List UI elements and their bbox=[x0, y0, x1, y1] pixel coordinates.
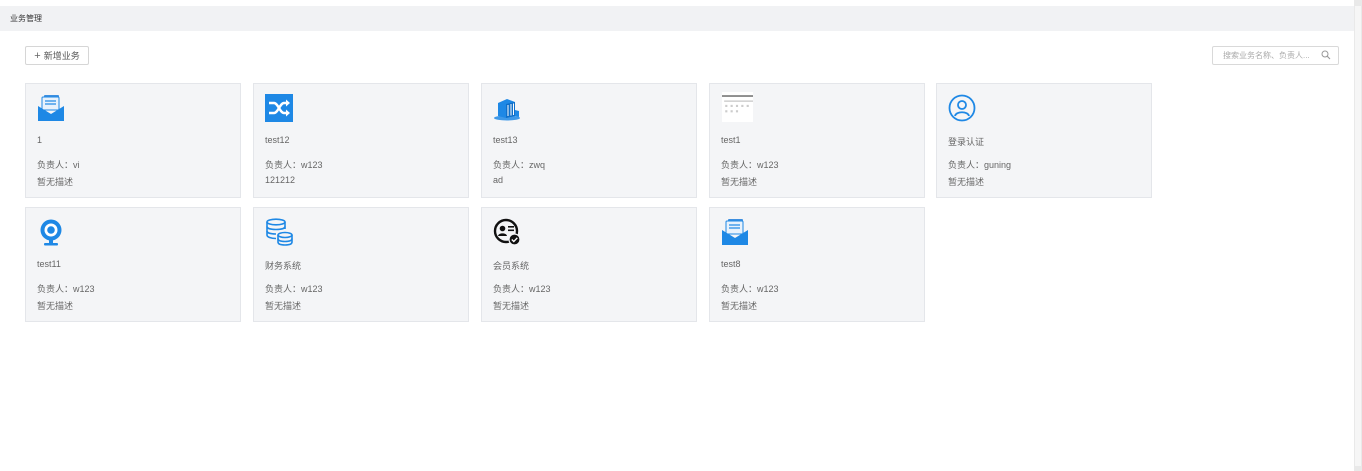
business-card[interactable]: 财务系统 负责人：w123 暂无描述 bbox=[253, 207, 469, 322]
card-name: 财务系统 bbox=[265, 261, 302, 271]
card-owner: 负责人：guning bbox=[948, 160, 1012, 170]
webcam-icon bbox=[40, 219, 62, 246]
card-owner: 负责人：w123 bbox=[721, 160, 779, 170]
card-name: 登录认证 bbox=[948, 137, 985, 147]
card-name: test11 bbox=[37, 259, 61, 269]
business-card[interactable]: 登录认证 负责人：guning 暂无描述 bbox=[936, 83, 1152, 198]
card-description: 暂无描述 bbox=[265, 301, 302, 311]
image-thumbnail-icon bbox=[722, 92, 753, 122]
member-badge-icon bbox=[493, 218, 521, 246]
container-icon bbox=[494, 99, 520, 121]
card-name: test1 bbox=[721, 135, 741, 145]
business-card[interactable]: test12 负责人：w123 121212 bbox=[253, 83, 469, 198]
business-card[interactable]: 会员系统 负责人：w123 暂无描述 bbox=[481, 207, 697, 322]
plus-icon: + bbox=[34, 49, 41, 62]
card-description: 暂无描述 bbox=[721, 301, 758, 311]
page-header: 业务管理 bbox=[0, 6, 1354, 31]
card-description: ad bbox=[493, 175, 504, 185]
card-owner: 负责人：zwq bbox=[493, 160, 546, 170]
shuffle-icon bbox=[265, 94, 293, 122]
card-description: 暂无描述 bbox=[493, 301, 530, 311]
card-owner: 负责人：w123 bbox=[493, 284, 551, 294]
search-input[interactable] bbox=[1213, 47, 1321, 64]
vertical-scrollbar[interactable] bbox=[1354, 0, 1362, 471]
user-icon bbox=[948, 94, 976, 122]
card-name: test8 bbox=[721, 259, 741, 269]
business-card[interactable]: test13 负责人：zwq ad bbox=[481, 83, 697, 198]
card-name: test13 bbox=[493, 135, 518, 145]
card-owner: 负责人：vi bbox=[37, 160, 80, 170]
mail-envelope-icon bbox=[38, 95, 64, 121]
card-owner: 负责人：w123 bbox=[265, 284, 323, 294]
card-owner: 负责人：w123 bbox=[721, 284, 779, 294]
search-box[interactable] bbox=[1212, 46, 1339, 65]
scrollbar-track[interactable] bbox=[1355, 6, 1361, 466]
card-description: 暂无描述 bbox=[721, 177, 758, 187]
card-name: 1 bbox=[37, 135, 43, 145]
page-title: 业务管理 bbox=[10, 14, 42, 23]
business-card[interactable]: test11 负责人：w123 暂无描述 bbox=[25, 207, 241, 322]
business-card[interactable]: test8 负责人：w123 暂无描述 bbox=[709, 207, 925, 322]
business-card[interactable]: test1 负责人：w123 暂无描述 bbox=[709, 83, 925, 198]
card-description: 暂无描述 bbox=[37, 301, 74, 311]
card-owner: 负责人：w123 bbox=[37, 284, 95, 294]
business-card[interactable]: 1 负责人：vi 暂无描述 bbox=[25, 83, 241, 198]
card-description: 121212 bbox=[265, 175, 296, 185]
card-owner: 负责人：w123 bbox=[265, 160, 323, 170]
card-name: 会员系统 bbox=[493, 261, 530, 271]
card-description: 暂无描述 bbox=[948, 177, 985, 187]
database-icon bbox=[266, 218, 293, 246]
card-name: test12 bbox=[265, 135, 290, 145]
mail-envelope-icon bbox=[722, 219, 748, 245]
search-icon[interactable] bbox=[1321, 50, 1331, 60]
add-business-label: 新增业务 bbox=[43, 51, 80, 61]
add-business-button[interactable]: + 新增业务 bbox=[25, 46, 89, 65]
card-description: 暂无描述 bbox=[37, 177, 74, 187]
